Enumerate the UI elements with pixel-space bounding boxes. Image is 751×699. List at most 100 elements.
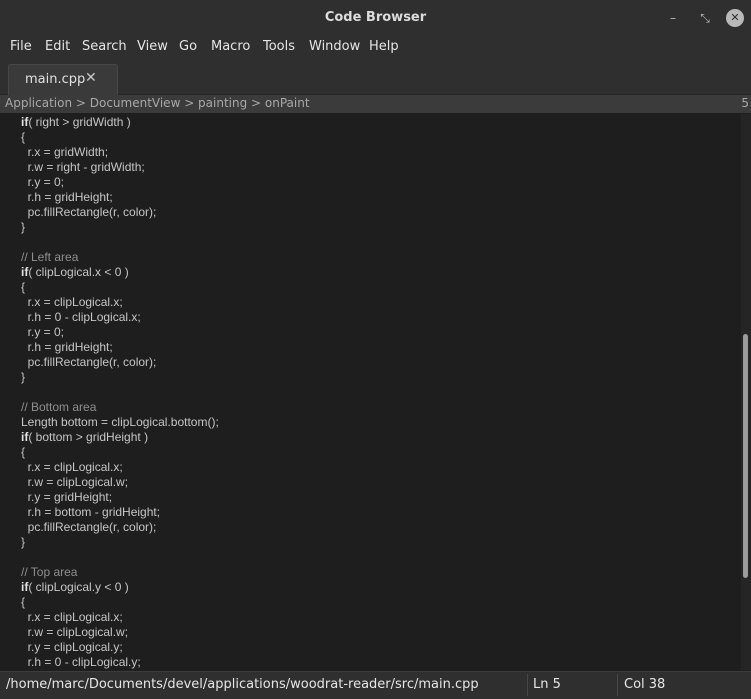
menu-file[interactable]: File <box>10 39 32 54</box>
menu-view[interactable]: View <box>137 39 168 54</box>
code-token: r.h = gridHeight; <box>21 190 113 204</box>
code-line: r.h = 0 - clipLogical.x; <box>21 310 219 325</box>
code-line: if( right > gridWidth ) <box>21 115 219 130</box>
code-editor[interactable]: if( right > gridWidth ){ r.x = gridWidth… <box>0 114 741 670</box>
status-separator <box>527 674 528 696</box>
code-line: r.h = 0 - clipLogical.y; <box>21 655 219 670</box>
menu-edit[interactable]: Edit <box>45 39 70 54</box>
code-line: // Left area <box>21 250 219 265</box>
code-token: r.w = right - gridWidth; <box>21 160 145 174</box>
code-token: r.w = clipLogical.w; <box>21 625 129 639</box>
code-token: r.x = clipLogical.x; <box>21 460 123 474</box>
code-line: r.x = clipLogical.x; <box>21 610 219 625</box>
code-line: pc.fillRectangle(r, color); <box>21 205 219 220</box>
code-token: { <box>21 280 26 294</box>
code-line: r.x = clipLogical.x; <box>21 295 219 310</box>
code-token: ( clipLogical.x < 0 ) <box>28 265 129 279</box>
code-browser-window: Code Browser – ⤡ ✕ File Edit Search View… <box>0 0 751 699</box>
code-line: r.w = clipLogical.w; <box>21 625 219 640</box>
code-token: r.h = 0 - clipLogical.x; <box>21 310 141 324</box>
code-line: r.y = 0; <box>21 325 219 340</box>
menu-go[interactable]: Go <box>179 39 197 54</box>
code-line: if( clipLogical.y < 0 ) <box>21 580 219 595</box>
code-line: // Bottom area <box>21 400 219 415</box>
code-token: Length bottom = clipLogical.bottom(); <box>21 415 219 429</box>
code-line: { <box>21 445 219 460</box>
menu-window[interactable]: Window <box>309 39 360 54</box>
window-title: Code Browser <box>324 10 427 25</box>
code-line: r.y = 0; <box>21 175 219 190</box>
title-bar: Code Browser – ⤡ ✕ <box>0 0 751 36</box>
code-line: { <box>21 130 219 145</box>
code-token: } <box>21 535 26 549</box>
tab-label: main.cpp <box>25 72 86 87</box>
menu-tools[interactable]: Tools <box>263 39 295 54</box>
code-line: r.y = gridHeight; <box>21 490 219 505</box>
code-token: ( clipLogical.y < 0 ) <box>28 580 129 594</box>
code-line: { <box>21 280 219 295</box>
breadcrumb-counter: 5 <box>741 96 749 110</box>
maximize-icon[interactable]: ⤡ <box>696 9 714 27</box>
code-line: } <box>21 220 219 235</box>
code-line: r.h = gridHeight; <box>21 190 219 205</box>
code-token: r.x = clipLogical.x; <box>21 295 123 309</box>
code-text[interactable]: if( right > gridWidth ){ r.x = gridWidth… <box>21 115 219 670</box>
code-token: r.h = gridHeight; <box>21 340 113 354</box>
code-token: r.y = clipLogical.y; <box>21 640 123 654</box>
code-line: r.x = clipLogical.x; <box>21 460 219 475</box>
status-line: Ln 5 <box>533 677 561 692</box>
code-token: { <box>21 445 26 459</box>
code-line: r.w = clipLogical.w; <box>21 475 219 490</box>
breadcrumb: Application > DocumentView > painting > … <box>0 95 751 113</box>
code-line: } <box>21 370 219 385</box>
menu-macro[interactable]: Macro <box>211 39 250 54</box>
code-comment: // Top area <box>21 565 78 579</box>
code-line: if( clipLogical.x < 0 ) <box>21 265 219 280</box>
code-line: r.w = right - gridWidth; <box>21 160 219 175</box>
code-line: r.x = gridWidth; <box>21 145 219 160</box>
breadcrumb-path[interactable]: Application > DocumentView > painting > … <box>5 96 310 110</box>
code-token: r.x = gridWidth; <box>21 145 109 159</box>
code-line: pc.fillRectangle(r, color); <box>21 355 219 370</box>
code-token: } <box>21 220 26 234</box>
code-line: r.y = clipLogical.y; <box>21 640 219 655</box>
vertical-scrollbar[interactable] <box>741 114 751 670</box>
status-separator <box>617 674 618 696</box>
code-line: if( bottom > gridHeight ) <box>21 430 219 445</box>
status-file-path: /home/marc/Documents/devel/applications/… <box>6 677 479 692</box>
code-token: } <box>21 370 26 384</box>
code-token: pc.fillRectangle(r, color); <box>21 520 157 534</box>
code-token: r.h = bottom - gridHeight; <box>21 505 161 519</box>
code-token: r.x = clipLogical.x; <box>21 610 123 624</box>
code-line: } <box>21 535 219 550</box>
menu-help[interactable]: Help <box>369 39 399 54</box>
close-tab-icon[interactable]: ✕ <box>85 70 97 86</box>
code-line: // Top area <box>21 565 219 580</box>
close-window-icon[interactable]: ✕ <box>726 9 744 27</box>
status-bar: /home/marc/Documents/devel/applications/… <box>0 671 751 699</box>
minimize-icon[interactable]: – <box>664 9 682 27</box>
code-comment: // Bottom area <box>21 400 97 414</box>
code-token: ( bottom > gridHeight ) <box>28 430 149 444</box>
code-token: { <box>21 595 26 609</box>
code-line: pc.fillRectangle(r, color); <box>21 520 219 535</box>
code-token: r.h = 0 - clipLogical.y; <box>21 655 141 669</box>
code-comment: // Left area <box>21 250 79 264</box>
code-line: Length bottom = clipLogical.bottom(); <box>21 415 219 430</box>
code-line: r.h = gridHeight; <box>21 340 219 355</box>
menu-bar: File Edit Search View Go Macro Tools Win… <box>0 36 751 58</box>
status-column: Col 38 <box>624 677 666 692</box>
code-token: ( right > gridWidth ) <box>28 115 131 129</box>
tab-main-cpp[interactable]: main.cpp ✕ <box>8 64 118 95</box>
menu-search[interactable]: Search <box>82 39 127 54</box>
code-line: { <box>21 595 219 610</box>
code-token: r.y = gridHeight; <box>21 490 113 504</box>
code-token: pc.fillRectangle(r, color); <box>21 355 157 369</box>
code-token: r.y = 0; <box>21 325 65 339</box>
code-token: pc.fillRectangle(r, color); <box>21 205 157 219</box>
code-token: r.y = 0; <box>21 175 65 189</box>
scrollbar-thumb[interactable] <box>743 334 748 578</box>
